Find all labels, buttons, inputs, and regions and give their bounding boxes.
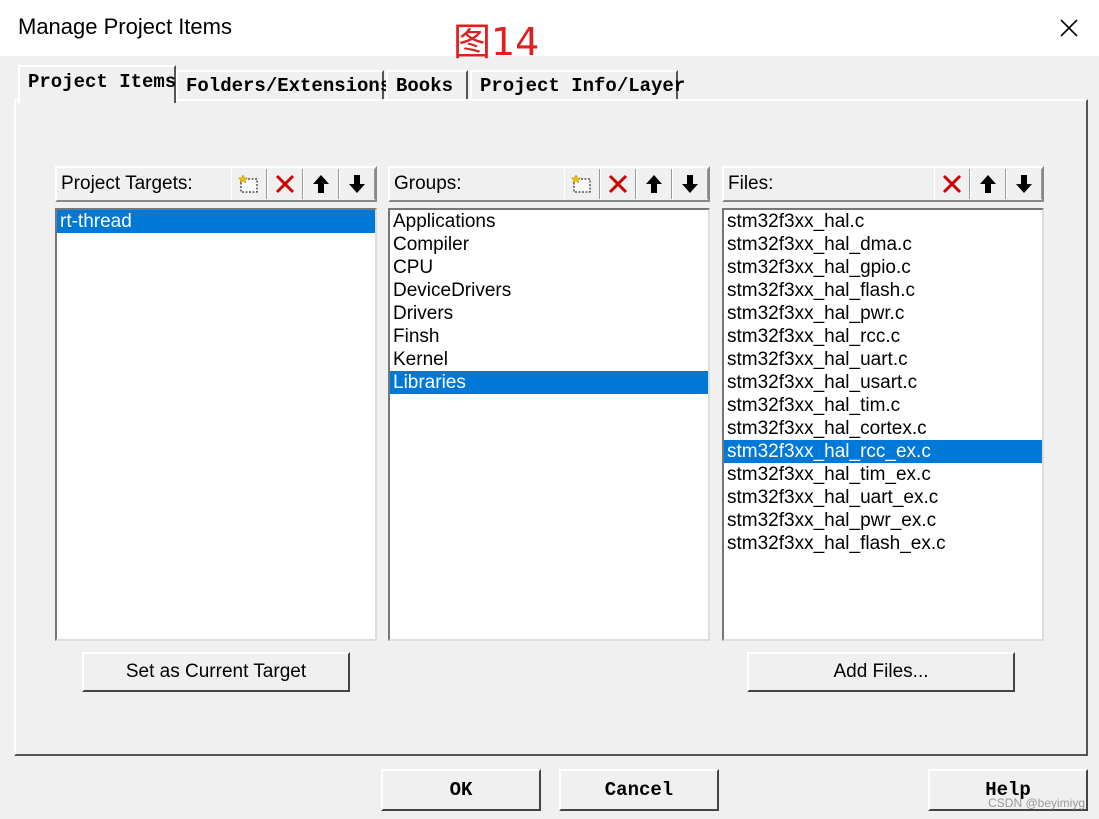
list-item[interactable]: stm32f3xx_hal_uart_ex.c [724, 486, 1042, 509]
close-button[interactable] [1049, 8, 1089, 48]
files-list[interactable]: stm32f3xx_hal.c stm32f3xx_hal_dma.c stm3… [722, 208, 1044, 641]
list-item[interactable]: CPU [390, 256, 708, 279]
list-item[interactable]: Compiler [390, 233, 708, 256]
list-item[interactable]: stm32f3xx_hal_pwr_ex.c [724, 509, 1042, 532]
groups-header-label: Groups: [394, 173, 462, 194]
files-header-label: Files: [728, 173, 774, 194]
tab-folders-extensions[interactable]: Folders/Extensions [176, 70, 391, 100]
window-title: Manage Project Items [18, 14, 232, 39]
targets-delete-button[interactable] [267, 169, 303, 199]
groups-move-down-button[interactable] [672, 169, 708, 199]
list-item[interactable]: Kernel [390, 348, 708, 371]
list-item[interactable]: Libraries [390, 371, 708, 394]
targets-header: Project Targets: [55, 166, 377, 202]
arrow-down-icon [682, 175, 698, 193]
watermark: CSDN @beyimiyg [988, 796, 1085, 810]
tab-project-items[interactable]: Project Items [18, 65, 176, 103]
title-bar: Manage Project Items [0, 0, 1099, 56]
delete-icon [942, 174, 962, 194]
groups-delete-button[interactable] [600, 169, 636, 199]
files-delete-button[interactable] [934, 169, 970, 199]
cancel-button[interactable]: Cancel [559, 769, 719, 811]
list-item[interactable]: stm32f3xx_hal_flash.c [724, 279, 1042, 302]
arrow-up-icon [313, 175, 329, 193]
list-item[interactable]: stm32f3xx_hal_tim.c [724, 394, 1042, 417]
new-item-icon [571, 174, 591, 193]
tab-books[interactable]: Books [386, 70, 468, 100]
add-files-button[interactable]: Add Files... [747, 652, 1015, 692]
set-current-target-button[interactable]: Set as Current Target [82, 652, 350, 692]
groups-new-button[interactable] [564, 169, 600, 199]
groups-list[interactable]: Applications Compiler CPU DeviceDrivers … [388, 208, 710, 641]
new-item-icon [238, 174, 258, 193]
list-item[interactable]: Applications [390, 210, 708, 233]
list-item[interactable]: stm32f3xx_hal_usart.c [724, 371, 1042, 394]
groups-move-up-button[interactable] [636, 169, 672, 199]
close-icon [1060, 19, 1078, 37]
groups-header: Groups: [388, 166, 710, 202]
targets-header-label: Project Targets: [61, 173, 193, 194]
arrow-down-icon [349, 175, 365, 193]
ok-button[interactable]: OK [381, 769, 541, 811]
arrow-down-icon [1016, 175, 1032, 193]
list-item[interactable]: stm32f3xx_hal_pwr.c [724, 302, 1042, 325]
files-header: Files: [722, 166, 1044, 202]
targets-move-up-button[interactable] [303, 169, 339, 199]
list-item[interactable]: stm32f3xx_hal_gpio.c [724, 256, 1042, 279]
targets-move-down-button[interactable] [339, 169, 375, 199]
delete-icon [275, 174, 295, 194]
list-item[interactable]: stm32f3xx_hal_rcc_ex.c [724, 440, 1042, 463]
list-item[interactable]: stm32f3xx_hal_tim_ex.c [724, 463, 1042, 486]
arrow-up-icon [646, 175, 662, 193]
arrow-up-icon [980, 175, 996, 193]
targets-new-button[interactable] [231, 169, 267, 199]
targets-list[interactable]: rt-thread [55, 208, 377, 641]
tab-project-info-layer[interactable]: Project Info/Layer [470, 70, 685, 100]
files-move-down-button[interactable] [1006, 169, 1042, 199]
figure-label: 图14 [453, 20, 540, 64]
list-item[interactable]: stm32f3xx_hal.c [724, 210, 1042, 233]
list-item[interactable]: stm32f3xx_hal_uart.c [724, 348, 1042, 371]
delete-icon [608, 174, 628, 194]
list-item[interactable]: Finsh [390, 325, 708, 348]
list-item[interactable]: stm32f3xx_hal_flash_ex.c [724, 532, 1042, 555]
list-item[interactable]: stm32f3xx_hal_dma.c [724, 233, 1042, 256]
list-item[interactable]: DeviceDrivers [390, 279, 708, 302]
list-item[interactable]: Drivers [390, 302, 708, 325]
files-move-up-button[interactable] [970, 169, 1006, 199]
list-item[interactable]: stm32f3xx_hal_cortex.c [724, 417, 1042, 440]
list-item[interactable]: rt-thread [57, 210, 375, 233]
list-item[interactable]: stm32f3xx_hal_rcc.c [724, 325, 1042, 348]
